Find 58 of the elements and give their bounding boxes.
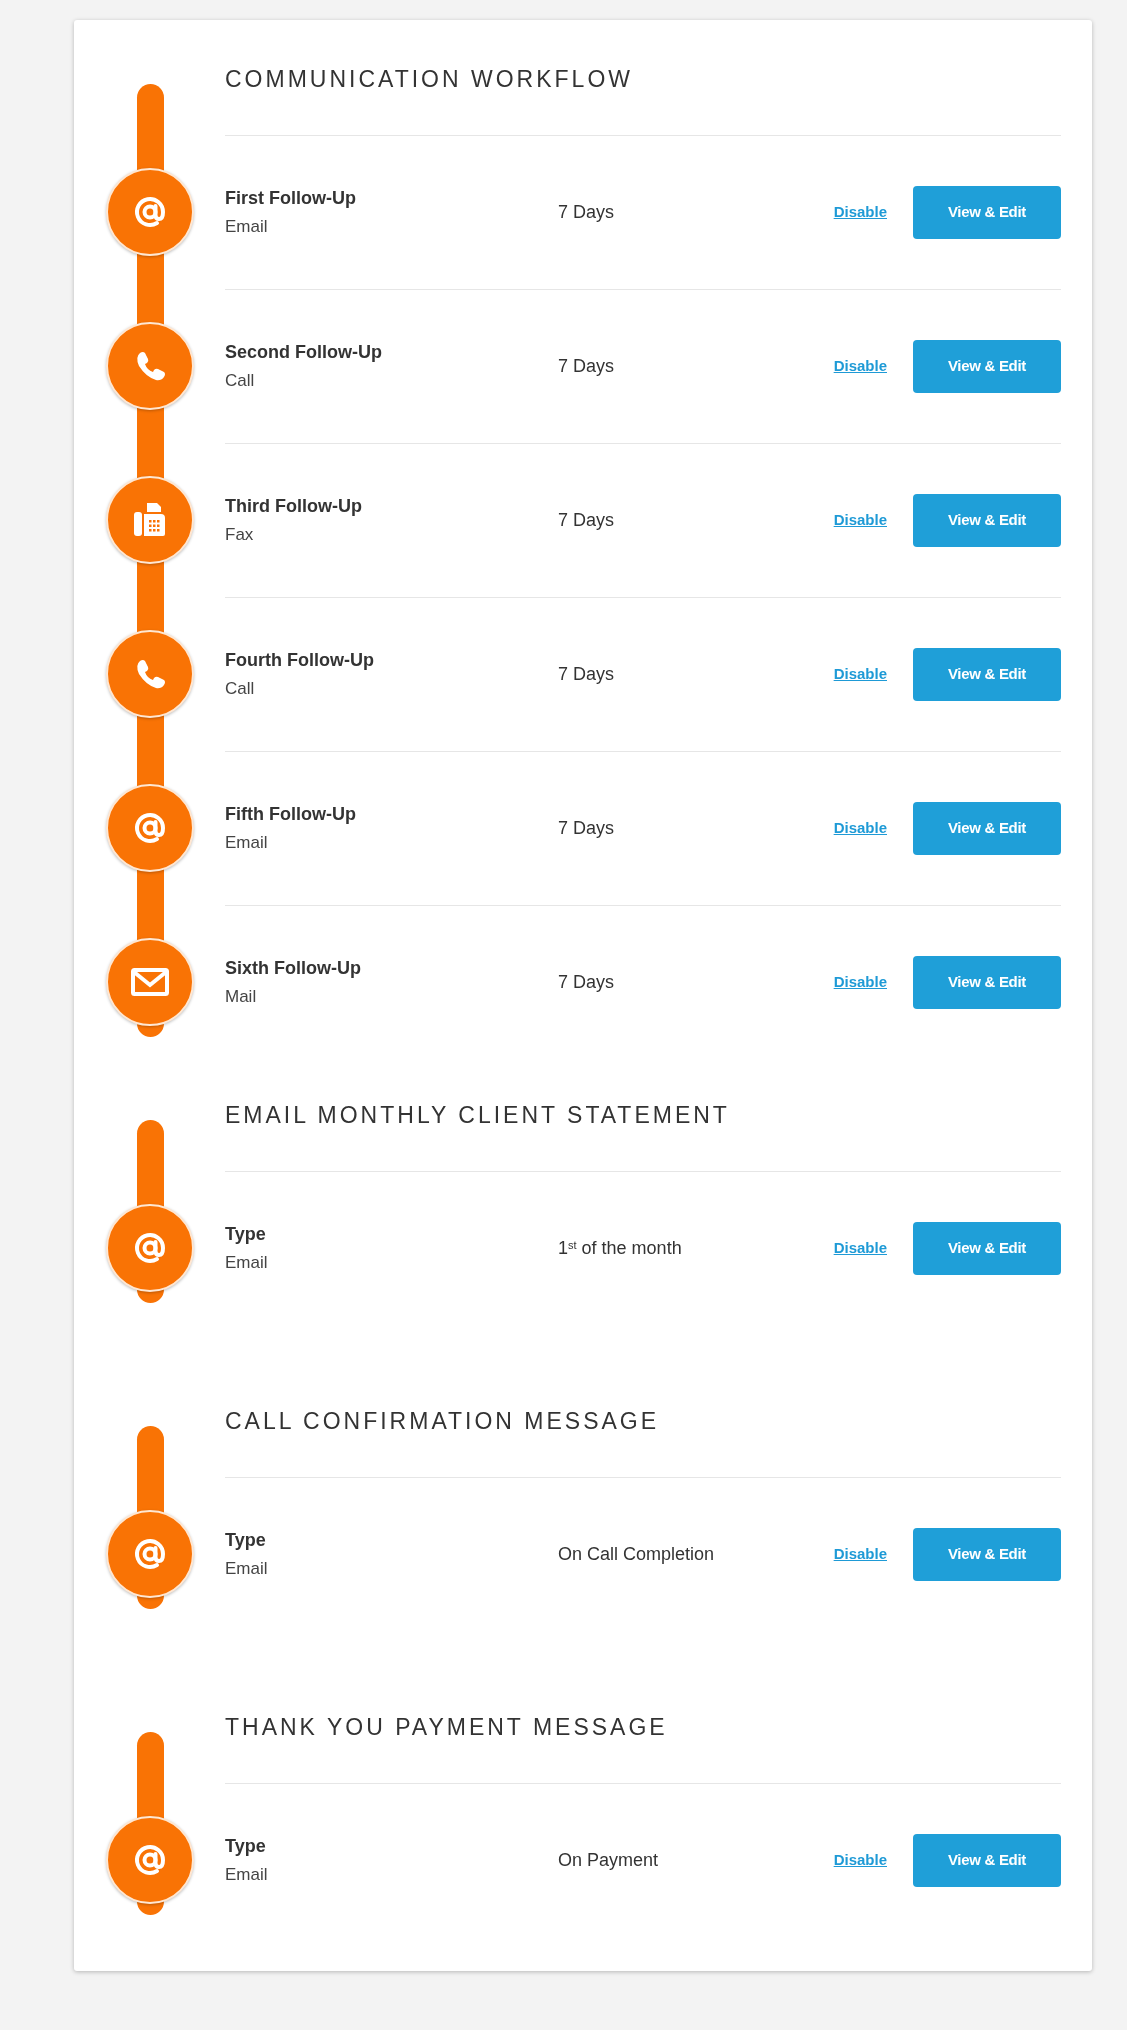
- view-edit-button[interactable]: View & Edit: [913, 648, 1061, 701]
- section-heading: COMMUNICATION WORKFLOW: [225, 65, 634, 93]
- timing-label: 7 Days: [558, 972, 615, 992]
- view-edit-button[interactable]: View & Edit: [913, 494, 1061, 547]
- item-title: Fourth Follow-Up: [225, 648, 374, 672]
- timing-label: 7 Days: [558, 356, 615, 376]
- section-heading: CALL CONFIRMATION MESSAGE: [225, 1407, 661, 1435]
- view-edit-button[interactable]: View & Edit: [913, 802, 1061, 855]
- item-title: Sixth Follow-Up: [225, 956, 361, 980]
- disable-link[interactable]: Disable: [833, 509, 887, 532]
- channel-label: Call: [225, 677, 255, 700]
- timing-label: 7 Days: [558, 202, 615, 222]
- at-sign-icon: [106, 1816, 194, 1904]
- view-edit-button[interactable]: View & Edit: [913, 340, 1061, 393]
- view-edit-button[interactable]: View & Edit: [913, 1834, 1061, 1887]
- item-title: Type: [225, 1222, 266, 1246]
- view-edit-button[interactable]: View & Edit: [913, 1528, 1061, 1581]
- view-edit-button[interactable]: View & Edit: [913, 1222, 1061, 1275]
- at-sign-icon: [106, 1204, 194, 1292]
- phone-icon: [106, 322, 194, 410]
- item-title: Type: [225, 1528, 266, 1552]
- timing-label: 1$^{st}$ of the month: [558, 1238, 682, 1258]
- channel-label: Email: [225, 215, 268, 238]
- phone-icon: [106, 630, 194, 718]
- channel-label: Fax: [225, 523, 254, 546]
- disable-link[interactable]: Disable: [833, 355, 887, 378]
- envelope-icon: [106, 938, 194, 1026]
- channel-label: Email: [225, 1251, 268, 1274]
- section-heading: EMAIL MONTHLY CLIENT STATEMENT: [225, 1101, 731, 1129]
- channel-label: Call: [225, 369, 255, 392]
- channel-label: Email: [225, 1863, 268, 1886]
- timing-label: On Payment: [558, 1850, 659, 1870]
- at-sign-icon: [106, 1510, 194, 1598]
- timing-label: 7 Days: [558, 510, 615, 530]
- at-sign-icon: [106, 784, 194, 872]
- view-edit-button[interactable]: View & Edit: [913, 186, 1061, 239]
- channel-label: Email: [225, 1557, 268, 1580]
- fax-machine-icon: [106, 476, 194, 564]
- disable-link[interactable]: Disable: [833, 663, 887, 686]
- disable-link[interactable]: Disable: [833, 1543, 887, 1566]
- item-title: First Follow-Up: [225, 186, 356, 210]
- timing-label: 7 Days: [558, 818, 615, 838]
- disable-link[interactable]: Disable: [833, 817, 887, 840]
- disable-link[interactable]: Disable: [833, 1849, 887, 1872]
- timing-label: 7 Days: [558, 664, 615, 684]
- timing-label: On Call Completion: [558, 1544, 715, 1564]
- view-edit-button[interactable]: View & Edit: [913, 956, 1061, 1009]
- item-title: Fifth Follow-Up: [225, 802, 356, 826]
- channel-label: Mail: [225, 985, 257, 1008]
- at-sign-icon: [106, 168, 194, 256]
- section-heading: THANK YOU PAYMENT MESSAGE: [225, 1713, 669, 1741]
- disable-link[interactable]: Disable: [833, 1237, 887, 1260]
- channel-label: Email: [225, 831, 268, 854]
- item-title: Third Follow-Up: [225, 494, 362, 518]
- disable-link[interactable]: Disable: [833, 201, 887, 224]
- item-title: Second Follow-Up: [225, 340, 382, 364]
- disable-link[interactable]: Disable: [833, 971, 887, 994]
- item-title: Type: [225, 1834, 266, 1858]
